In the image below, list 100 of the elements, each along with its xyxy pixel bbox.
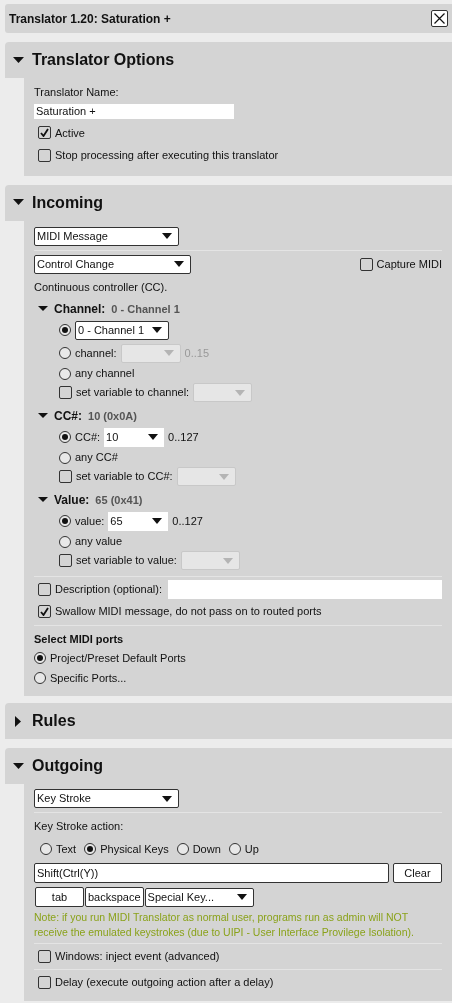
checkbox[interactable] [38, 126, 51, 140]
radio-label: any channel [75, 366, 135, 382]
radio-button[interactable] [59, 324, 71, 336]
radio-button[interactable] [59, 367, 71, 380]
description-text: Continuous controller (CC). [34, 279, 169, 295]
dropdown-arrow-icon [162, 233, 172, 239]
radio-button[interactable] [59, 451, 71, 464]
radio-button[interactable] [34, 671, 46, 684]
radio-label: Up [244, 841, 259, 857]
radio-button[interactable] [59, 535, 71, 548]
radio-button[interactable] [59, 515, 71, 527]
caret-down-icon [38, 304, 48, 314]
group-header[interactable]: Channel: 0 - Channel 1 [34, 301, 442, 317]
checkbox-label: Active [55, 125, 85, 141]
section-title: Outgoing [32, 756, 104, 776]
checkbox[interactable] [38, 604, 51, 618]
dropdown-arrow-icon [152, 518, 163, 524]
group-title: Value: [54, 492, 90, 509]
caret-down-icon [13, 54, 24, 66]
checkbox-label: Delay (execute outgoing action after a delay) [55, 975, 274, 991]
caret-down-icon [13, 760, 24, 772]
section-title: Incoming [32, 192, 104, 213]
checkbox[interactable] [38, 976, 51, 989]
text-field[interactable]: Shift(Ctrl(Y)) [34, 863, 389, 883]
group-header[interactable]: Value: 65 (0x41) [34, 492, 442, 508]
checkbox-label: Stop processing after executing this translator [55, 148, 279, 163]
field-label: Key Stroke action: [34, 819, 125, 834]
caret-down-icon [38, 411, 48, 421]
dropdown-arrow-icon [163, 350, 174, 356]
radio-label: any CC# [75, 450, 118, 466]
radio-button[interactable] [34, 652, 46, 665]
dropdown-arrow-icon [174, 261, 184, 267]
checkbox-label: Windows: inject event (advanced) [55, 949, 220, 965]
radio-button[interactable] [40, 842, 52, 855]
group-summary: 0 - Channel 1 [111, 301, 180, 317]
checkbox-label: set variable to value: [76, 553, 177, 569]
radio-label: channel: [75, 345, 117, 361]
group-title: CC#: [54, 408, 82, 425]
radio-label: Physical Keys [100, 841, 169, 857]
checkbox[interactable] [38, 148, 51, 162]
checkbox-label: set variable to CC#: [76, 469, 173, 485]
group-summary: 10 (0x0A) [88, 408, 137, 424]
checkbox-label: Description (optional): [55, 582, 162, 598]
checkbox[interactable] [59, 554, 72, 567]
field-label: Translator Name: [34, 85, 120, 100]
text-field[interactable] [168, 580, 442, 599]
checkbox[interactable] [359, 257, 373, 271]
clear-button[interactable]: Clear [393, 863, 442, 883]
range-text: 0..127 [168, 429, 199, 445]
range-text: 0..15 [184, 345, 210, 361]
range-text: 0..127 [172, 513, 203, 529]
checkbox[interactable] [38, 950, 51, 963]
section-header[interactable]: Incoming [5, 184, 452, 221]
radio-button[interactable] [176, 842, 189, 855]
close-button[interactable] [431, 10, 448, 27]
dropdown[interactable]: Control Change [34, 254, 191, 274]
radio-label: Down [192, 841, 221, 857]
dropdown[interactable]: 0 - Channel 1 [75, 320, 169, 340]
dropdown[interactable]: Key Stroke [34, 789, 179, 808]
checkbox[interactable] [38, 583, 51, 596]
group-title: Channel: [54, 301, 106, 318]
dropdown-arrow-icon [235, 389, 246, 396]
ports-heading: Select MIDI ports [34, 631, 125, 647]
caret-right-icon [13, 715, 24, 727]
dropdown[interactable]: 10 [104, 427, 165, 447]
section-header[interactable]: Outgoing [5, 748, 452, 784]
section-title: Rules [32, 711, 76, 731]
dropdown[interactable]: 65 [108, 511, 169, 531]
dropdown-arrow-icon [236, 894, 247, 900]
radio-label: CC#: [75, 429, 101, 445]
checkbox-label: Capture MIDI [376, 256, 442, 272]
radio-label: Specific Ports... [50, 670, 127, 686]
dropdown[interactable]: Special Key... [144, 887, 254, 907]
checkbox[interactable] [59, 470, 72, 483]
key-button[interactable]: backspace [85, 887, 144, 907]
radio-button[interactable] [84, 842, 97, 855]
radio-button[interactable] [228, 842, 241, 855]
dropdown[interactable]: MIDI Message [34, 226, 179, 246]
dropdown-arrow-icon [218, 473, 229, 480]
caret-down-icon [13, 197, 24, 208]
checkbox-label: set variable to channel: [76, 385, 190, 401]
dropdown-arrow-icon [152, 327, 162, 333]
dropdown-arrow-icon [162, 795, 172, 802]
checkbox[interactable] [59, 386, 72, 399]
radio-label: Text [56, 841, 77, 857]
window-title: Translator 1.20: Saturation + [9, 10, 171, 28]
radio-label: any value [75, 534, 123, 550]
section-title: Translator Options [32, 50, 175, 70]
group-header[interactable]: CC#: 10 (0x0A) [34, 408, 442, 424]
caret-down-icon [38, 495, 48, 505]
dropdown-arrow-icon [148, 434, 159, 440]
text-field[interactable]: Saturation + [34, 103, 234, 119]
dropdown-arrow-icon [222, 557, 233, 564]
close-icon [434, 13, 445, 24]
checkbox-label: Swallow MIDI message, do not pass on to routed ports [55, 604, 322, 619]
key-button[interactable]: tab [35, 887, 84, 907]
section-header[interactable]: Translator Options [5, 42, 452, 78]
radio-button[interactable] [59, 431, 71, 443]
section-header[interactable]: Rules [5, 703, 452, 739]
radio-label: Project/Preset Default Ports [50, 651, 186, 666]
